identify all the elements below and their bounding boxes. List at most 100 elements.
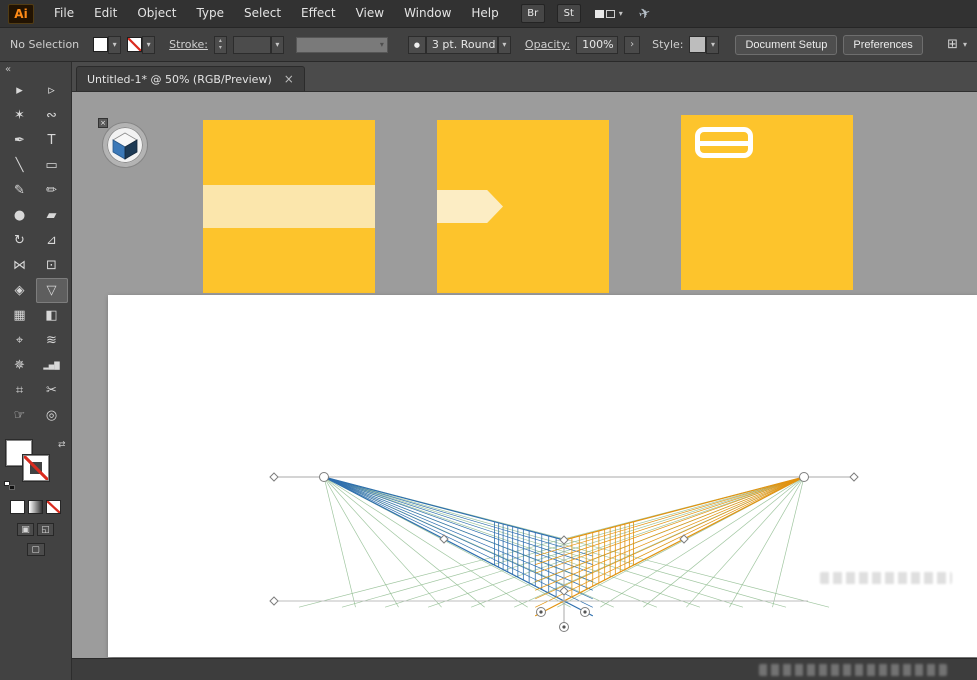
chevron-down-icon: ▾ — [379, 40, 384, 49]
chevron-down-icon[interactable]: ▾ — [497, 35, 511, 54]
perspective-grid[interactable] — [108, 295, 977, 657]
column-graph-tool[interactable]: ▂▅█ — [36, 353, 68, 378]
grid-diamond-handle[interactable] — [559, 535, 569, 545]
plane-widget-circle[interactable] — [103, 123, 147, 167]
opacity-field[interactable]: 100% — [576, 35, 619, 54]
chevron-down-icon[interactable]: ▾ — [108, 35, 122, 54]
style-dropdown[interactable]: ▾ — [689, 35, 720, 54]
selection-status: No Selection — [10, 38, 80, 51]
stroke-swatch-none[interactable] — [127, 37, 143, 52]
gradient-button[interactable] — [28, 500, 43, 514]
menu-edit[interactable]: Edit — [84, 0, 127, 27]
stroke-weight-dropdown[interactable]: ▾ — [232, 35, 284, 54]
menu-type[interactable]: Type — [186, 0, 234, 27]
grid-diamond-handle[interactable] — [559, 586, 569, 596]
draw-behind-button[interactable]: ◱ — [37, 523, 54, 536]
width-tool[interactable]: ⋈ — [4, 253, 36, 278]
opacity-label[interactable]: Opacity: — [525, 38, 570, 51]
eyedropper-tool[interactable]: ⌖ — [4, 328, 36, 353]
stock-button[interactable]: St — [556, 4, 581, 23]
lasso-tool[interactable]: ∾ — [36, 103, 68, 128]
free-transform-tool[interactable]: ⊡ — [36, 253, 68, 278]
stripe-shape — [203, 185, 375, 228]
yellow-swatch-card[interactable] — [681, 115, 853, 290]
artboard[interactable] — [108, 295, 977, 657]
arrange-documents-control[interactable]: ⊞ ▾ — [947, 37, 967, 52]
perspective-grid-tool[interactable]: ▽ — [35, 278, 68, 303]
workspace: « ▸ ▹ ✶ ∾ ✒ T ╲ ▭ ✎ ✏ ● ▰ ↻ ⊿ ⋈ ⊡ ◈ ▽ ▦ ◧ ⌖ ≋ ✵ ▂▅█ ⌗ ✂ ☞ ◎ ⇄ ▣ ◱ — [0, 62, 977, 680]
default-fill-stroke-icon[interactable] — [3, 481, 15, 490]
menu-bar: Ai File Edit Object Type Select Effect View Win… — [0, 0, 977, 28]
swap-fill-stroke-icon[interactable]: ⇄ — [58, 440, 66, 450]
screen-mode-button[interactable]: ▢ — [26, 543, 45, 556]
menu-view[interactable]: View — [346, 0, 394, 27]
collapse-panel-button[interactable]: « — [0, 63, 16, 78]
fill-color-control[interactable]: ▾ — [93, 35, 122, 54]
slice-tool[interactable]: ✂ — [36, 378, 68, 403]
document-setup-button[interactable]: Document Setup — [735, 34, 838, 55]
chevron-down-icon[interactable]: ▾ — [706, 35, 720, 54]
opacity-presets-arrow[interactable]: › — [624, 35, 641, 54]
grid-diamond-handle[interactable] — [269, 472, 279, 482]
menu-help[interactable]: Help — [461, 0, 508, 27]
yellow-swatch-flag[interactable] — [437, 120, 609, 293]
stroke-color-control[interactable]: ▾ — [127, 35, 156, 54]
stroke-color-box[interactable] — [22, 455, 49, 481]
pen-tool[interactable]: ✒ — [4, 128, 36, 153]
chevron-down-icon[interactable]: ▾ — [270, 35, 284, 54]
eraser-tool[interactable]: ▰ — [36, 203, 68, 228]
grid-diamond-handle[interactable] — [849, 472, 859, 482]
width-profile-dropdown-disabled: ▾ — [295, 36, 388, 53]
style-swatch[interactable] — [689, 36, 707, 53]
rectangle-tool[interactable]: ▭ — [36, 153, 68, 178]
artboard-tool[interactable]: ⌗ — [4, 378, 36, 403]
none-button[interactable] — [46, 500, 61, 514]
blob-brush-tool[interactable]: ● — [4, 203, 36, 228]
pencil-tool[interactable]: ✏ — [36, 178, 68, 203]
gradient-tool[interactable]: ◧ — [36, 303, 68, 328]
fill-swatch[interactable] — [93, 37, 109, 52]
brush-definition-dropdown[interactable]: ● 3 pt. Round ▾ — [407, 35, 511, 54]
menu-window[interactable]: Window — [394, 0, 461, 27]
close-widget-icon[interactable]: × — [98, 118, 108, 128]
menu-select[interactable]: Select — [234, 0, 291, 27]
chevron-down-icon[interactable]: ▾ — [142, 35, 156, 54]
selection-tool[interactable]: ▸ — [4, 78, 36, 103]
paintbrush-tool[interactable]: ✎ — [4, 178, 36, 203]
mesh-tool[interactable]: ▦ — [4, 303, 36, 328]
stroke-weight-stepper[interactable]: ▴ ▾ — [213, 35, 227, 54]
stroke-weight-label[interactable]: Stroke: — [169, 38, 208, 51]
menu-file[interactable]: File — [44, 0, 84, 27]
document-tab-title: Untitled-1* @ 50% (RGB/Preview) — [87, 72, 272, 86]
bridge-button[interactable]: Br — [520, 4, 545, 23]
magic-wand-tool[interactable]: ✶ — [4, 103, 36, 128]
close-icon[interactable]: × — [284, 73, 294, 85]
preferences-button[interactable]: Preferences — [843, 34, 923, 55]
document-tab[interactable]: Untitled-1* @ 50% (RGB/Preview) × — [76, 66, 305, 91]
grid-diamond-handle[interactable] — [269, 596, 279, 606]
rotate-tool[interactable]: ↻ — [4, 228, 36, 253]
line-segment-tool[interactable]: ╲ — [4, 153, 36, 178]
brush-preview-icon: ● — [407, 35, 426, 54]
direct-selection-tool[interactable]: ▹ — [36, 78, 68, 103]
draw-normal-button[interactable]: ▣ — [17, 523, 34, 536]
workspace-switcher[interactable]: ▾ — [594, 9, 623, 18]
illustrator-logo: Ai — [8, 3, 34, 24]
symbol-sprayer-tool[interactable]: ✵ — [4, 353, 36, 378]
hand-tool[interactable]: ☞ — [4, 403, 36, 428]
color-button[interactable] — [10, 500, 25, 514]
fill-stroke-indicator: ⇄ — [3, 440, 68, 490]
shape-builder-tool[interactable]: ◈ — [4, 278, 36, 303]
zoom-tool[interactable]: ◎ — [36, 403, 68, 428]
yellow-swatch-stripe[interactable] — [203, 120, 375, 293]
menu-object[interactable]: Object — [127, 0, 186, 27]
blend-tool[interactable]: ≋ — [36, 328, 68, 353]
canvas[interactable]: × — [72, 92, 977, 658]
scale-tool[interactable]: ⊿ — [36, 228, 68, 253]
type-tool[interactable]: T — [36, 128, 68, 153]
menu-effect[interactable]: Effect — [291, 0, 346, 27]
perspective-plane-widget[interactable]: × — [98, 118, 147, 167]
vanishing-point-handle[interactable] — [319, 472, 329, 482]
brush-name[interactable]: 3 pt. Round — [425, 35, 498, 54]
vanishing-point-handle[interactable] — [799, 472, 809, 482]
